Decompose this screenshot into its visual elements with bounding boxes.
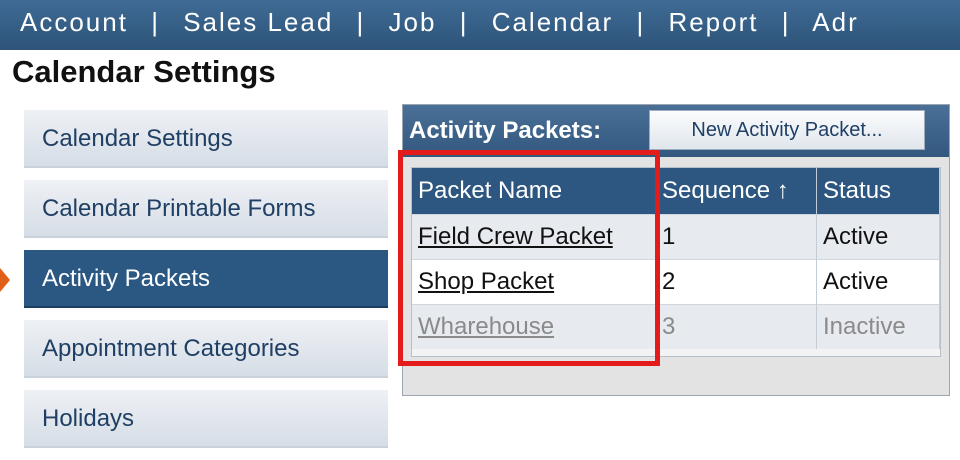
table-row: Wharehouse 3 Inactive (412, 304, 940, 349)
sidebar-item-holidays[interactable]: Holidays (24, 390, 388, 448)
nav-separator: | (636, 7, 646, 37)
packet-link[interactable]: Field Crew Packet (418, 223, 613, 250)
cell-sequence: 2 (655, 259, 817, 305)
cell-status: Active (816, 259, 940, 305)
activity-packets-panel: Activity Packets: New Activity Packet...… (402, 104, 950, 396)
cell-sequence: 1 (655, 214, 817, 260)
pointer-arrow-icon (0, 268, 10, 292)
column-header-packet-name[interactable]: Packet Name (412, 168, 656, 215)
cell-status: Inactive (816, 304, 940, 349)
cell-sequence: 3 (655, 304, 817, 349)
sidebar-item-activity-packets[interactable]: Activity Packets (24, 250, 388, 308)
nav-calendar[interactable]: Calendar (492, 7, 614, 37)
packets-grid: Packet Name Sequence ↑ Status Field Crew… (411, 167, 941, 357)
table-row: Field Crew Packet 1 Active (412, 214, 940, 260)
nav-job[interactable]: Job (389, 7, 437, 37)
nav-separator: | (151, 7, 160, 37)
cell-packet-name: Shop Packet (412, 259, 656, 305)
sidebar: Calendar Settings Calendar Printable For… (24, 110, 388, 460)
panel-header: Activity Packets: New Activity Packet... (403, 105, 949, 157)
table-row: Shop Packet 2 Active (412, 259, 940, 305)
page-title: Calendar Settings (12, 54, 276, 89)
packet-link[interactable]: Shop Packet (418, 268, 554, 295)
new-activity-packet-button[interactable]: New Activity Packet... (649, 110, 925, 150)
nav-separator: | (459, 7, 469, 37)
sidebar-item-appointment-categories[interactable]: Appointment Categories (24, 320, 388, 378)
nav-separator: | (356, 7, 366, 37)
top-navigation-bar: Account | Sales Lead | Job | Calendar | … (0, 0, 960, 50)
column-header-status[interactable]: Status (816, 168, 940, 215)
nav-sales-lead[interactable]: Sales Lead (183, 7, 333, 37)
sidebar-item-calendar-printable-forms[interactable]: Calendar Printable Forms (24, 180, 388, 238)
sidebar-item-calendar-settings[interactable]: Calendar Settings (24, 110, 388, 168)
panel-title: Activity Packets: (409, 117, 602, 144)
nav-separator: | (781, 7, 791, 37)
table-header-row: Packet Name Sequence ↑ Status (412, 168, 940, 215)
nav-admin[interactable]: Adr (812, 7, 858, 37)
column-header-sequence[interactable]: Sequence ↑ (655, 168, 817, 215)
packets-table: Packet Name Sequence ↑ Status Field Crew… (412, 168, 940, 349)
cell-status: Active (816, 214, 940, 260)
packet-link[interactable]: Wharehouse (418, 313, 554, 340)
cell-packet-name: Field Crew Packet (412, 214, 656, 260)
nav-account[interactable]: Account (20, 7, 128, 37)
nav-report[interactable]: Report (668, 7, 758, 37)
top-nav-items: Account | Sales Lead | Job | Calendar | … (20, 7, 859, 37)
cell-packet-name: Wharehouse (412, 304, 656, 349)
